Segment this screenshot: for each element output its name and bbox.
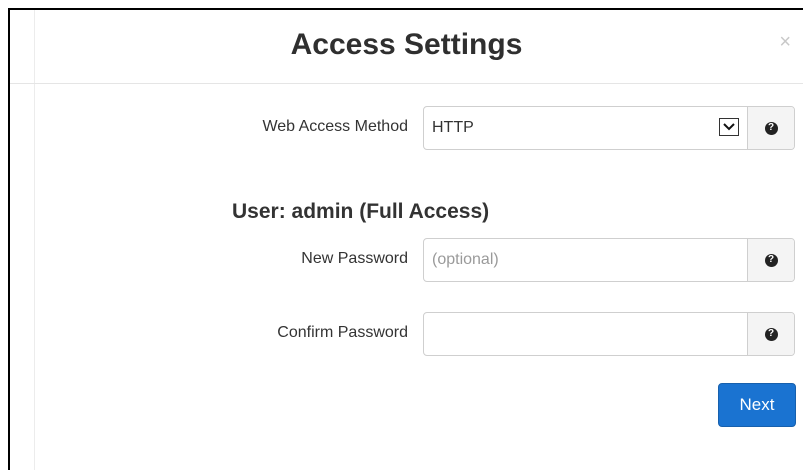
dialog-title: Access Settings [290,28,523,61]
question-circle-icon: ? [764,253,778,267]
web-access-select[interactable]: HTTP ? [423,106,795,150]
confirm-password-label: Confirm Password [277,324,408,341]
web-access-label: Web Access Method [262,118,408,135]
new-password-field-group: ? [423,238,795,282]
web-access-help-button[interactable]: ? [747,107,794,149]
user-section-title: User: admin (Full Access) [232,200,490,223]
chevron-down-icon[interactable] [719,118,739,136]
access-settings-dialog: Access Settings × Web Access Method HTTP… [8,8,803,470]
web-access-value: HTTP [432,119,474,136]
dialog-header: Access Settings × [10,10,803,84]
question-circle-icon: ? [764,327,778,341]
web-access-value-area[interactable]: HTTP [424,107,747,149]
new-password-help-button[interactable]: ? [747,239,794,281]
confirm-password-field-group: ? [423,312,795,356]
new-password-input[interactable] [432,239,739,281]
new-password-label: New Password [301,250,408,267]
close-icon[interactable]: × [779,32,791,52]
confirm-password-help-button[interactable]: ? [747,313,794,355]
question-circle-icon: ? [764,121,778,135]
confirm-password-input[interactable] [432,313,739,355]
next-button[interactable]: Next [718,383,796,427]
